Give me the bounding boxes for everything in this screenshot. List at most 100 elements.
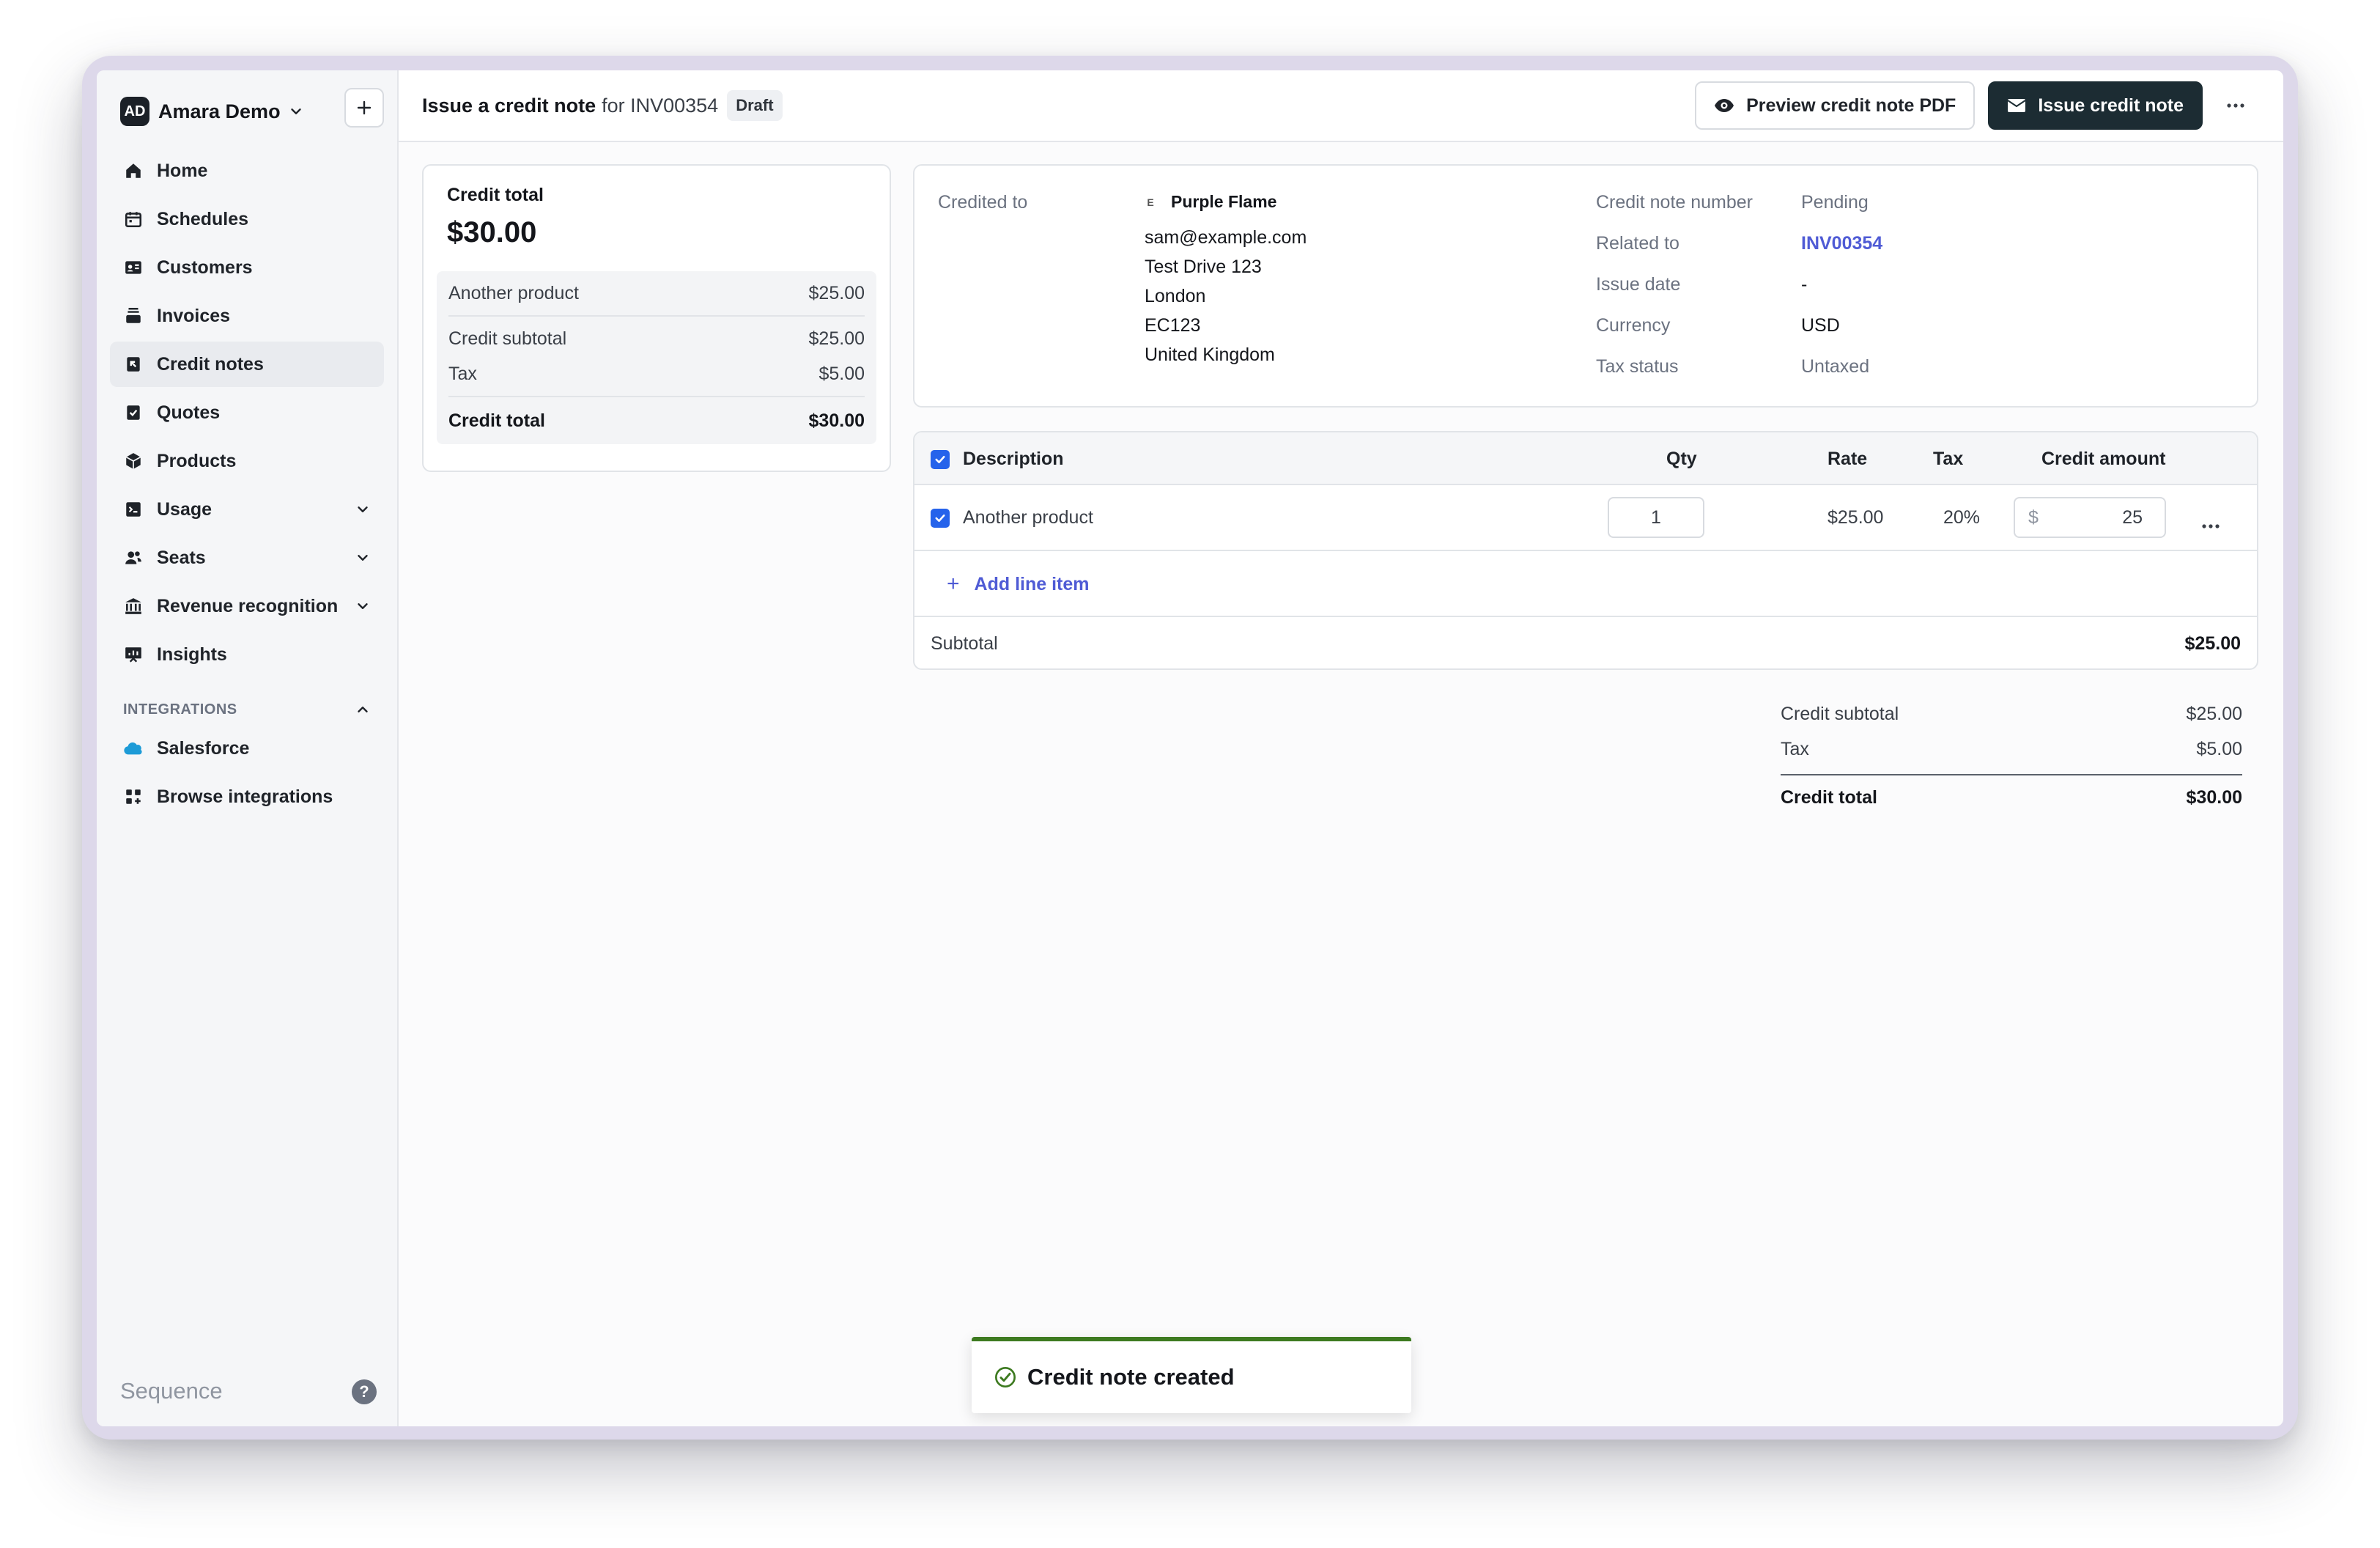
sidebar-item-home[interactable]: Home: [110, 148, 384, 194]
check-icon: [935, 455, 945, 464]
add-line-item-label: Add line item: [974, 573, 1090, 594]
breakdown-subtotal: Credit subtotal $25.00: [448, 321, 865, 356]
qty-input[interactable]: 1: [1608, 497, 1704, 538]
summary-total: Credit total $30.00: [1781, 774, 2242, 819]
sidebar-item-credit-notes[interactable]: Credit notes: [110, 342, 384, 387]
credit-amount-input[interactable]: $ 25: [2014, 497, 2166, 538]
chevron-down-icon[interactable]: [355, 550, 371, 566]
row-more-options-icon[interactable]: [2201, 513, 2220, 534]
plus-icon: [357, 100, 372, 115]
sidebar-nav: Home Schedules Customers Invoices Credit…: [110, 148, 384, 819]
summary-tax-value: $5.00: [2196, 738, 2242, 759]
sidebar-item-label: Home: [157, 160, 208, 181]
page-header: Issue a credit note for INV00354 Draft P…: [399, 70, 2283, 142]
grid-plus-icon: [123, 786, 144, 807]
line-items-table: Description Qty Rate Tax Credit amount A…: [913, 431, 2258, 670]
column-qty: Qty: [1666, 449, 1697, 469]
users-icon: [123, 548, 144, 568]
summary-subtotal: Credit subtotal $25.00: [1781, 696, 2242, 731]
sidebar-item-label: Products: [157, 450, 237, 471]
sidebar: AD Amara Demo Home Schedules Customers I…: [97, 70, 399, 1426]
cube-icon: [123, 451, 144, 471]
issue-date-label: Issue date: [1596, 274, 1681, 295]
main-content: Issue a credit note for INV00354 Draft P…: [399, 70, 2283, 1426]
sidebar-item-customers[interactable]: Customers: [110, 245, 384, 290]
toast-message: Credit note created: [1027, 1364, 1235, 1390]
sidebar-item-insights[interactable]: Insights: [110, 632, 384, 677]
eye-icon: [1714, 98, 1734, 113]
invoice-stack-icon: [123, 306, 144, 326]
row-rate: $25.00: [1828, 507, 1884, 528]
preview-pdf-button[interactable]: Preview credit note PDF: [1695, 81, 1976, 130]
table-row: Another product 1 $25.00 20% $ 25: [914, 485, 2257, 551]
app-window: AD Amara Demo Home Schedules Customers I…: [97, 70, 2283, 1426]
tax-value: $5.00: [818, 363, 865, 384]
integrations-section-toggle[interactable]: INTEGRATIONS: [110, 693, 384, 726]
sidebar-item-schedules[interactable]: Schedules: [110, 196, 384, 242]
customer-address: sam@example.com Test Drive 123 London EC…: [1145, 223, 1307, 369]
sidebar-item-label: Credit notes: [157, 353, 264, 375]
more-options-icon[interactable]: [2211, 81, 2260, 130]
sidebar-item-label: Seats: [157, 547, 206, 568]
credit-summary: Credit subtotal $25.00 Tax $5.00 Credit …: [1781, 696, 2242, 819]
salesforce-cloud-icon: [123, 738, 144, 759]
chart-board-icon: [123, 644, 144, 665]
sidebar-item-products[interactable]: Products: [110, 438, 384, 484]
related-invoice-link[interactable]: INV00354: [1801, 233, 1882, 254]
chevron-down-icon: [290, 108, 301, 114]
tax-status-label: Tax status: [1596, 356, 1679, 377]
page-title: Issue a credit note: [422, 94, 596, 117]
sidebar-item-label: Usage: [157, 498, 212, 520]
address-line: Test Drive 123: [1145, 257, 1262, 277]
address-city: London: [1145, 286, 1206, 306]
status-badge: Draft: [727, 90, 783, 121]
summary-total-value: $30.00: [2186, 786, 2242, 808]
currency-label: Currency: [1596, 315, 1671, 336]
sidebar-item-label: Salesforce: [157, 737, 250, 759]
sidebar-item-label: Customers: [157, 257, 253, 278]
address-country: United Kingdom: [1145, 344, 1275, 365]
sidebar-item-seats[interactable]: Seats: [110, 535, 384, 580]
chevron-down-icon[interactable]: [355, 501, 371, 517]
tax-status-value: Untaxed: [1801, 356, 1870, 377]
brand-logo: Sequence: [120, 1378, 223, 1404]
chevron-down-icon[interactable]: [355, 598, 371, 614]
check-circle-icon: [994, 1365, 1017, 1389]
summary-total-label: Credit total: [1781, 786, 1877, 808]
sidebar-item-invoices[interactable]: Invoices: [110, 293, 384, 339]
org-switcher[interactable]: AD Amara Demo: [110, 89, 384, 133]
related-to-label: Related to: [1596, 233, 1679, 254]
summary-subtotal-value: $25.00: [2186, 703, 2242, 724]
sidebar-item-quotes[interactable]: Quotes: [110, 390, 384, 435]
sidebar-item-revenue-recognition[interactable]: Revenue recognition: [110, 583, 384, 629]
row-checkbox[interactable]: [931, 509, 950, 528]
summary-subtotal-label: Credit subtotal: [1781, 703, 1899, 724]
select-all-checkbox[interactable]: [931, 450, 950, 469]
sidebar-item-salesforce[interactable]: Salesforce: [110, 726, 384, 771]
help-icon[interactable]: ?: [352, 1379, 377, 1404]
sidebar-item-usage[interactable]: Usage: [110, 487, 384, 532]
tax-label: Tax: [448, 363, 477, 384]
currency-value: USD: [1801, 315, 1840, 336]
create-new-button[interactable]: [344, 88, 384, 128]
customer-name[interactable]: E Purple Flame: [1145, 192, 1276, 212]
sidebar-item-label: Invoices: [157, 305, 231, 326]
column-credit-amount: Credit amount: [2041, 449, 2166, 469]
issue-credit-note-button[interactable]: Issue credit note: [1988, 81, 2203, 130]
quote-check-icon: [123, 402, 144, 423]
customer-name-text: Purple Flame: [1171, 192, 1277, 211]
plus-icon: +: [947, 572, 960, 596]
add-line-item-button[interactable]: + Add line item: [947, 572, 1090, 597]
envelope-icon: [2007, 98, 2026, 113]
sidebar-item-label: Insights: [157, 644, 227, 665]
sidebar-item-label: Quotes: [157, 402, 221, 423]
calendar-icon: [123, 209, 144, 229]
issue-date-value: -: [1801, 274, 1808, 295]
row-tax: 20%: [1943, 507, 1981, 528]
breakdown-tax: Tax $5.00: [448, 356, 865, 391]
bank-icon: [123, 596, 144, 616]
credit-note-icon: [123, 354, 144, 375]
sidebar-item-browse-integrations[interactable]: Browse integrations: [110, 774, 384, 819]
org-name: Amara Demo: [158, 100, 281, 122]
credit-total-label: Credit total: [447, 185, 544, 205]
